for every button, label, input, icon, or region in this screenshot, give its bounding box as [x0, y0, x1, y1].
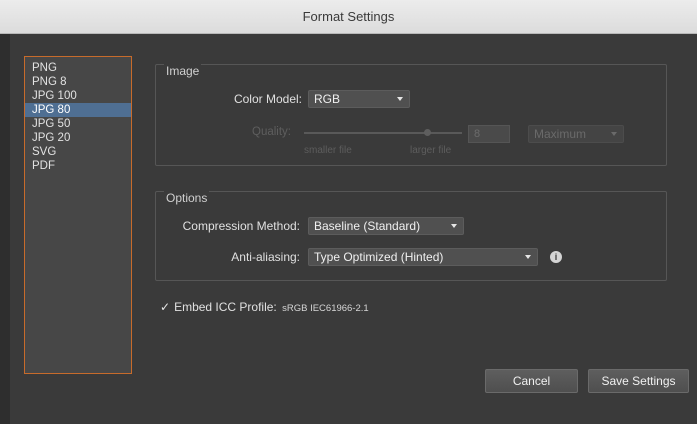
anti-aliasing-dropdown[interactable]: Type Optimized (Hinted) — [308, 248, 538, 266]
quality-slider[interactable] — [304, 132, 462, 134]
format-item-jpg80[interactable]: JPG 80 — [25, 103, 131, 117]
cancel-button[interactable]: Cancel — [485, 369, 578, 393]
format-item-svg[interactable]: SVG — [25, 145, 131, 159]
options-section: Options Compression Method: Baseline (St… — [155, 191, 667, 281]
embed-icc-label: Embed ICC Profile: — [174, 300, 277, 314]
larger-file-label: larger file — [410, 145, 452, 156]
chevron-down-icon — [397, 97, 403, 101]
quality-slider-thumb[interactable] — [424, 129, 431, 136]
title-bar: Format Settings — [0, 0, 697, 34]
options-section-title: Options — [164, 191, 210, 205]
format-item-jpg20[interactable]: JPG 20 — [25, 131, 131, 145]
compression-method-value: Baseline (Standard) — [314, 219, 421, 233]
color-model-value: RGB — [314, 92, 341, 106]
quality-label: Quality: — [252, 126, 291, 138]
anti-aliasing-value: Type Optimized (Hinted) — [314, 250, 444, 264]
format-item-png8[interactable]: PNG 8 — [25, 75, 131, 89]
image-section: Image Color Model: RGB Quality: 8 Maximu… — [155, 64, 667, 166]
quality-number-field[interactable]: 8 — [468, 125, 510, 143]
checkmark-icon[interactable]: ✓ — [160, 300, 170, 314]
compression-method-dropdown[interactable]: Baseline (Standard) — [308, 217, 464, 235]
quality-preset-dropdown[interactable]: Maximum — [528, 125, 624, 143]
quality-preset-value: Maximum — [534, 127, 587, 141]
format-item-jpg100[interactable]: JPG 100 — [25, 89, 131, 103]
color-model-dropdown[interactable]: RGB — [308, 90, 410, 108]
compression-method-label: Compression Method: — [182, 219, 300, 233]
color-model-label: Color Model: — [233, 92, 302, 106]
icc-profile-value: sRGB IEC61966-2.1 — [282, 303, 369, 314]
embed-icc-row[interactable]: ✓ Embed ICC Profile: sRGB IEC61966-2.1 — [160, 300, 369, 314]
image-section-title: Image — [164, 64, 202, 78]
chevron-down-icon — [525, 255, 531, 259]
anti-aliasing-label: Anti-aliasing: — [231, 250, 300, 264]
format-item-png[interactable]: PNG — [25, 61, 131, 75]
info-icon[interactable]: i — [550, 251, 562, 263]
format-settings-dialog: PNG PNG 8 JPG 100 JPG 80 JPG 50 JPG 20 S… — [10, 34, 697, 424]
smaller-file-label: smaller file — [304, 145, 352, 156]
window-title: Format Settings — [302, 9, 395, 24]
format-list[interactable]: PNG PNG 8 JPG 100 JPG 80 JPG 50 JPG 20 S… — [24, 56, 132, 374]
save-settings-button[interactable]: Save Settings — [588, 369, 689, 393]
chevron-down-icon — [451, 224, 457, 228]
format-item-jpg50[interactable]: JPG 50 — [25, 117, 131, 131]
format-item-pdf[interactable]: PDF — [25, 159, 131, 173]
chevron-down-icon — [611, 132, 617, 136]
